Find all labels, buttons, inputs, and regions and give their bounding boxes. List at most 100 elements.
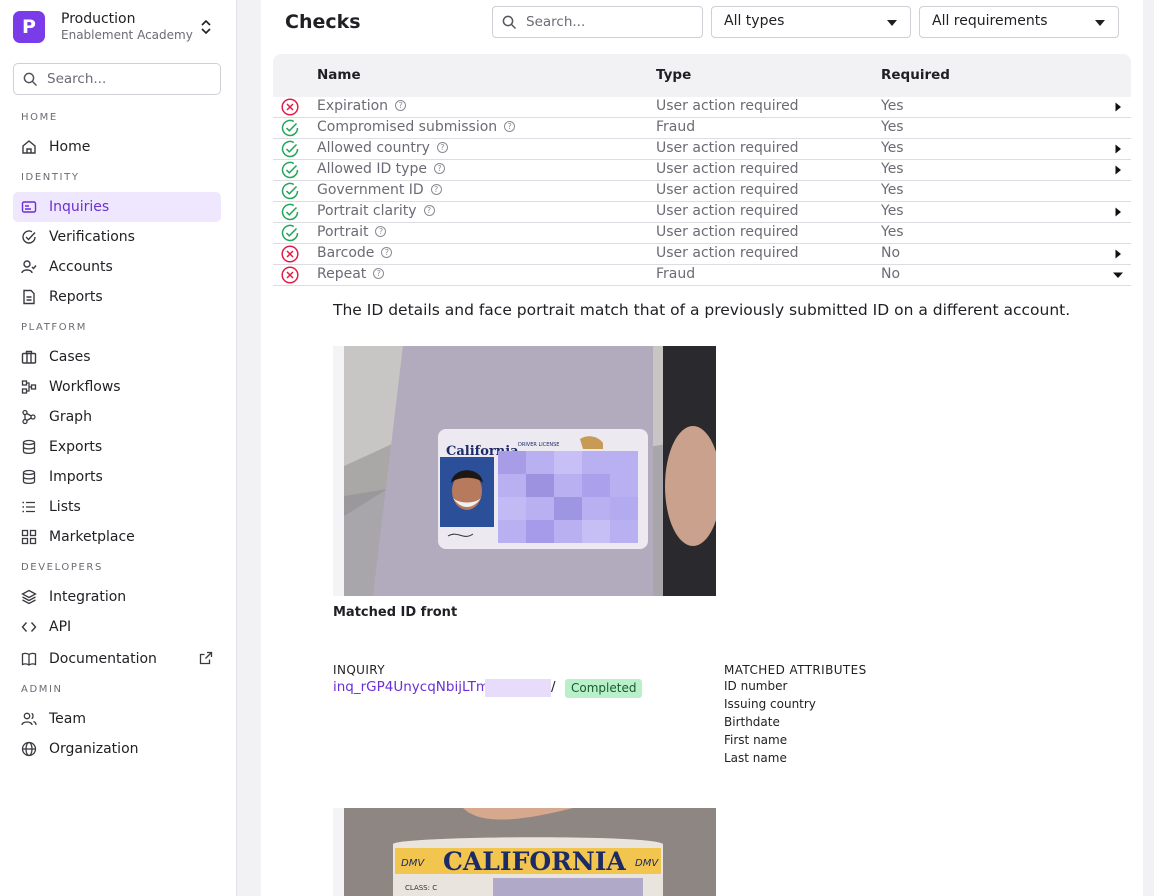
check-row[interactable]: Allowed ID type? User action required Yes <box>273 160 1131 181</box>
check-row[interactable]: Allowed country? User action required Yes <box>273 139 1131 160</box>
requirement-filter-select[interactable]: All requirements <box>919 6 1119 38</box>
expand-right-icon[interactable] <box>1113 249 1123 259</box>
inquiry-label: INQUIRY <box>333 663 385 677</box>
sidebar-search-input[interactable]: Search... <box>13 63 221 95</box>
globe-icon <box>21 741 37 757</box>
help-icon[interactable]: ? <box>423 205 435 216</box>
inquiry-link[interactable]: inq_rGP4UnycqNbijLTm <box>333 679 489 695</box>
briefcase-icon <box>21 350 37 364</box>
check-required: No <box>881 266 901 282</box>
check-name: Government ID? <box>317 182 442 198</box>
graph-icon <box>22 409 36 425</box>
org-logo: P <box>13 11 45 43</box>
check-type: User action required <box>656 245 799 261</box>
help-icon[interactable]: ? <box>436 142 448 153</box>
help-icon[interactable]: ? <box>433 163 445 174</box>
checks-table-header: Name Type Required <box>273 54 1131 97</box>
help-icon[interactable]: ? <box>373 268 385 279</box>
matched-attribute: First name <box>724 733 788 747</box>
expand-right-icon[interactable] <box>1113 102 1123 112</box>
database-icon <box>22 439 36 455</box>
sidebar-item-integration[interactable]: Integration <box>13 582 221 612</box>
org-name: Production <box>61 11 136 27</box>
caret-down-icon <box>887 20 897 26</box>
matched-id-back-image[interactable]: CALIFORNIA DMV DMV CLASS: C <box>333 808 716 896</box>
chevron-updown-icon[interactable] <box>199 18 213 36</box>
check-name: Portrait clarity? <box>317 203 435 219</box>
sidebar-item-documentation[interactable]: Documentation <box>13 644 221 674</box>
sidebar-item-imports[interactable]: Imports <box>13 462 221 492</box>
user-check-icon <box>21 260 37 274</box>
check-name: Allowed country? <box>317 140 448 156</box>
expand-right-icon[interactable] <box>1113 165 1123 175</box>
status-badge: Completed <box>565 679 643 698</box>
id-card-class-text: CLASS: C <box>405 884 437 892</box>
sidebar-item-label: Integration <box>49 589 127 605</box>
sidebar-item-cases[interactable]: Cases <box>13 342 221 372</box>
org-switcher[interactable]: P Production Enablement Academy <box>13 10 221 48</box>
sidebar-search-placeholder: Search... <box>47 71 107 87</box>
requirement-filter-value: All requirements <box>932 13 1048 29</box>
collapse-down-icon[interactable] <box>1113 270 1123 280</box>
sidebar-item-verifications[interactable]: Verifications <box>13 222 221 252</box>
failed-x-circle-icon <box>281 266 299 284</box>
sidebar-item-label: Exports <box>49 439 103 455</box>
check-name-text: Allowed country <box>317 140 430 156</box>
check-required: Yes <box>881 182 904 198</box>
sidebar-item-api[interactable]: API <box>13 612 221 642</box>
sidebar-item-marketplace[interactable]: Marketplace <box>13 522 221 552</box>
book-icon <box>21 652 37 666</box>
report-icon <box>23 289 35 305</box>
sidebar-item-inquiries[interactable]: Inquiries <box>13 192 221 222</box>
sidebar-item-label: Verifications <box>49 229 135 245</box>
check-name-text: Portrait clarity <box>317 203 417 219</box>
check-row[interactable]: Compromised submission? Fraud Yes <box>273 118 1131 139</box>
list-icon <box>22 501 35 513</box>
sidebar-item-graph[interactable]: Graph <box>13 402 221 432</box>
check-row[interactable]: Portrait? User action required Yes <box>273 223 1131 244</box>
check-row[interactable]: Repeat? Fraud No <box>273 265 1131 286</box>
passed-check-circle-icon <box>281 182 299 200</box>
sidebar-item-exports[interactable]: Exports <box>13 432 221 462</box>
sidebar-item-label: Marketplace <box>49 529 135 545</box>
help-icon[interactable]: ? <box>381 247 393 258</box>
id-card-state-banner: CALIFORNIA <box>443 847 626 876</box>
check-required: Yes <box>881 140 904 156</box>
matched-id-front-image[interactable]: California DRIVER LICENSE <box>333 346 716 596</box>
check-row[interactable]: Expiration? User action required Yes <box>273 97 1131 118</box>
id-photo-illustration: CALIFORNIA DMV DMV CLASS: C <box>333 808 716 896</box>
sidebar-item-lists[interactable]: Lists <box>13 492 221 522</box>
sidebar-item-team[interactable]: Team <box>13 704 221 734</box>
section-label-admin: ADMIN <box>21 684 63 695</box>
sidebar-item-home[interactable]: Home <box>13 132 221 162</box>
grid-icon <box>21 529 37 545</box>
sidebar-item-accounts[interactable]: Accounts <box>13 252 221 282</box>
sidebar-item-label: Imports <box>49 469 103 485</box>
matched-attribute: Issuing country <box>724 697 816 711</box>
check-name: Portrait? <box>317 224 387 240</box>
help-icon[interactable]: ? <box>504 121 516 132</box>
type-filter-select[interactable]: All types <box>711 6 911 38</box>
check-name-text: Repeat <box>317 266 367 282</box>
check-type: User action required <box>656 224 799 240</box>
sidebar-item-organization[interactable]: Organization <box>13 734 221 764</box>
expand-right-icon[interactable] <box>1113 207 1123 217</box>
help-icon[interactable]: ? <box>430 184 442 195</box>
check-row[interactable]: Government ID? User action required Yes <box>273 181 1131 202</box>
check-name-text: Compromised submission <box>317 119 498 135</box>
checks-search-placeholder: Search... <box>526 14 586 30</box>
help-icon[interactable]: ? <box>395 100 407 111</box>
check-row[interactable]: Barcode? User action required No <box>273 244 1131 265</box>
matched-attributes-label: MATCHED ATTRIBUTES <box>724 663 867 677</box>
section-label-platform: PLATFORM <box>21 322 88 333</box>
expand-right-icon[interactable] <box>1113 144 1123 154</box>
help-icon[interactable]: ? <box>375 226 387 237</box>
sidebar-item-reports[interactable]: Reports <box>13 282 221 312</box>
checks-search-input[interactable]: Search... <box>492 6 703 38</box>
sidebar-item-workflows[interactable]: Workflows <box>13 372 221 402</box>
org-subtitle: Enablement Academy <box>61 28 193 42</box>
passed-check-circle-icon <box>281 140 299 158</box>
check-row[interactable]: Portrait clarity? User action required Yes <box>273 202 1131 223</box>
check-type: User action required <box>656 203 799 219</box>
type-filter-value: All types <box>724 13 785 29</box>
